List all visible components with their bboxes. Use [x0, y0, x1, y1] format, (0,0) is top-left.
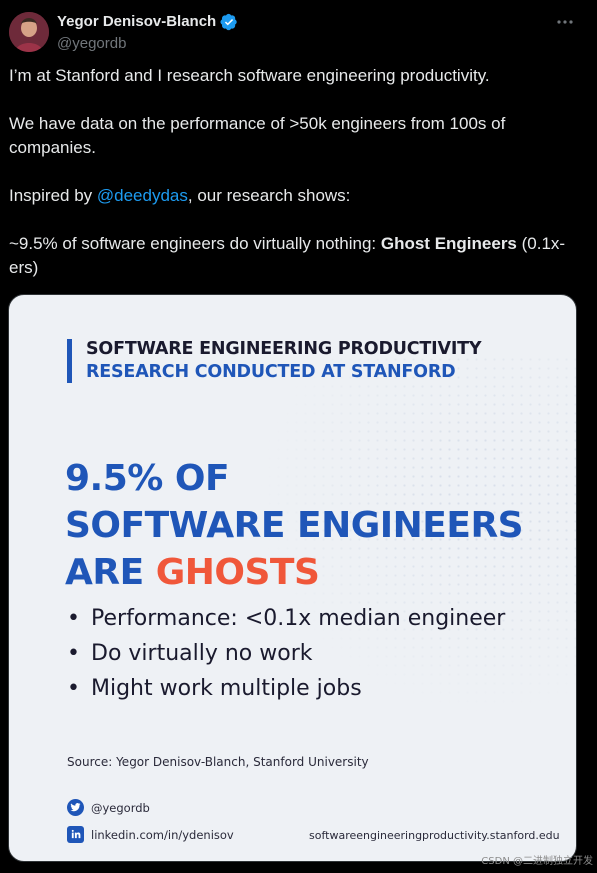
media-twitter-handle: @yegordb — [91, 800, 150, 815]
avatar[interactable] — [9, 12, 49, 52]
headline-line-3: ARE GHOSTS — [65, 549, 523, 596]
tweet-text: I’m at Stanford and I research software … — [9, 64, 579, 280]
headline-line-3-prefix: ARE — [65, 552, 156, 593]
headline-line-1: 9.5% OF — [65, 458, 230, 499]
author-display-name[interactable]: Yegor Denisov-Blanch — [57, 13, 216, 31]
media-linkedin-row: linkedin.com/in/ydenisov — [67, 826, 234, 843]
author-handle[interactable]: @yegordb — [57, 35, 238, 53]
author-name-row: Yegor Denisov-Blanch — [57, 13, 238, 31]
more-options-button[interactable] — [553, 12, 577, 32]
tweet-paragraph-1: I’m at Stanford and I research software … — [9, 66, 490, 85]
watermark: CSDN @二进制独立开发 — [481, 856, 593, 867]
more-icon — [557, 20, 573, 24]
verified-badge-icon — [220, 13, 238, 31]
paragraph-3-prefix: Inspired by — [9, 186, 97, 205]
tweet-paragraph-4: ~9.5% of software engineers do virtually… — [9, 232, 579, 280]
media-source: Source: Yegor Denisov-Blanch, Stanford U… — [67, 755, 369, 769]
ghost-engineers-bold: Ghost Engineers — [380, 234, 517, 253]
media-header-line-2: RESEARCH CONDUCTED AT STANFORD — [86, 362, 456, 382]
paragraph-4-prefix: ~9.5% of software engineers do virtually… — [9, 234, 381, 253]
media-linkedin-url: linkedin.com/in/ydenisov — [91, 827, 234, 842]
media-headline: 9.5% OF SOFTWARE ENGINEERS ARE GHOSTS — [65, 455, 524, 596]
headline-ghosts: GHOSTS — [155, 552, 320, 593]
bullet-item: Do virtually no work — [67, 636, 505, 671]
twitter-bird-icon — [67, 799, 84, 816]
tweet-paragraph-3: Inspired by @deedydas, our research show… — [9, 184, 579, 208]
tweet-media-image[interactable]: SOFTWARE ENGINEERING PRODUCTIVITY RESEAR… — [8, 294, 577, 862]
linkedin-icon — [67, 826, 84, 843]
bullet-item: Performance: <0.1x median engineer — [67, 601, 505, 636]
media-twitter-row: @yegordb — [67, 799, 150, 816]
paragraph-3-suffix: , our research shows: — [187, 186, 351, 205]
mention-link[interactable]: @deedydas — [97, 186, 188, 205]
header-accent-bar — [67, 339, 72, 383]
bullet-item: Might work multiple jobs — [67, 671, 505, 706]
media-website: softwareengineeringproductivity.stanford… — [309, 829, 560, 842]
media-bullet-list: Performance: <0.1x median engineer Do vi… — [67, 601, 505, 706]
avatar-image — [9, 12, 49, 52]
media-header-line-1: SOFTWARE ENGINEERING PRODUCTIVITY — [86, 339, 482, 359]
tweet-paragraph-2: We have data on the performance of >50k … — [9, 114, 506, 157]
headline-line-2: SOFTWARE ENGINEERS — [65, 505, 524, 546]
tweet-author: Yegor Denisov-Blanch @yegordb — [57, 13, 238, 53]
